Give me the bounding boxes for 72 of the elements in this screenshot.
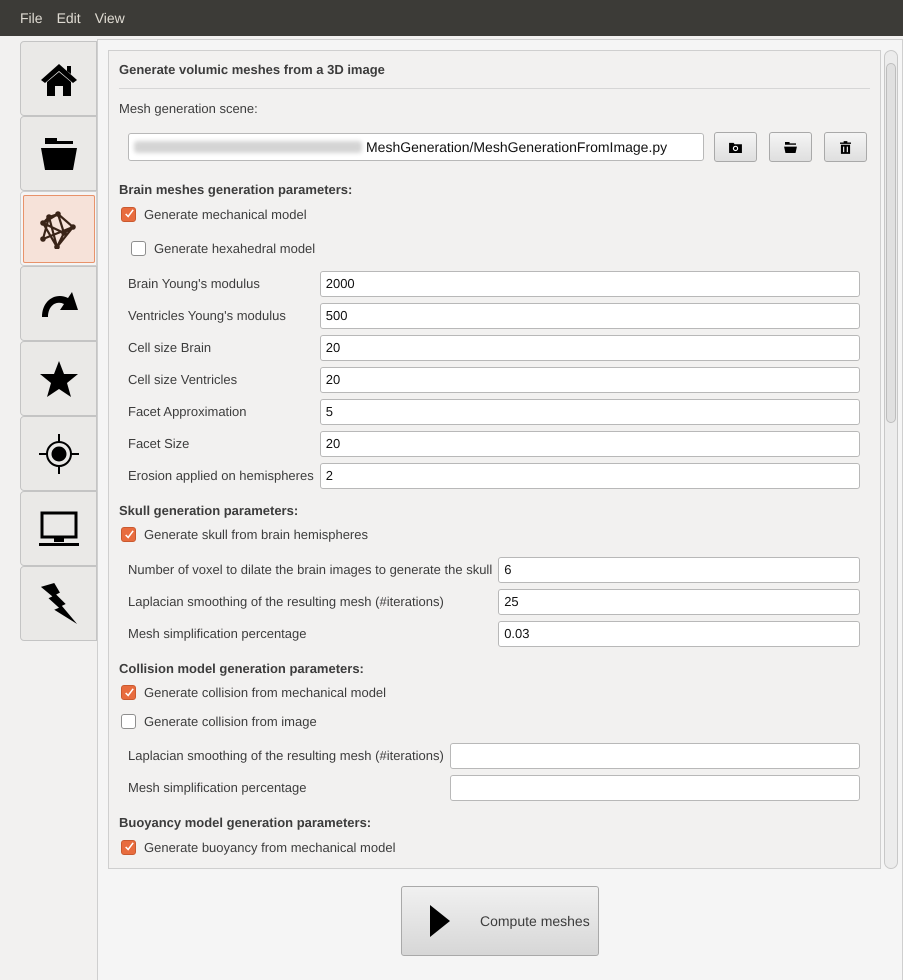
checkbox[interactable] <box>121 527 136 542</box>
folder-search-icon <box>729 142 742 152</box>
side-tab[interactable] <box>20 41 97 116</box>
field-label: Number of voxel to dilate the brain images to generate the skull <box>128 560 492 579</box>
folder-icon <box>38 136 78 172</box>
play-icon <box>430 905 450 937</box>
trash-icon <box>840 140 851 154</box>
checkbox-label[interactable]: Generate skull from brain hemispheres <box>144 525 368 544</box>
field-label: Cell size Brain <box>128 338 212 357</box>
input-field[interactable]: 500 <box>320 302 860 328</box>
side-tab[interactable] <box>20 191 97 266</box>
section-heading: Buoyancy model generation parameters: <box>119 814 372 832</box>
input-field[interactable]: 20 <box>320 334 860 360</box>
field-label: Brain Young's modulus <box>128 274 261 293</box>
monitor-icon <box>38 510 80 546</box>
menu-item[interactable]: Edit <box>56 8 81 28</box>
menu-item[interactable]: File <box>20 8 43 28</box>
home-icon <box>38 62 78 96</box>
scrollbar[interactable] <box>884 50 898 869</box>
input-field[interactable]: 20 <box>320 430 860 456</box>
checkbox[interactable] <box>131 241 146 256</box>
checkbox-label[interactable]: Generate hexahedral model <box>154 239 316 258</box>
compute-meshes-button[interactable]: Compute meshes <box>401 886 599 956</box>
checkbox-label[interactable]: Generate mechanical model <box>144 204 307 224</box>
field-label: Laplacian smoothing of the resulting mesh (#iterations) <box>128 592 445 611</box>
star-icon <box>38 360 78 398</box>
checkbox[interactable] <box>121 840 136 855</box>
menu-item[interactable]: View <box>94 8 125 28</box>
field-label: Mesh simplification percentage <box>128 624 308 643</box>
field-label: Cell size Ventricles <box>128 370 238 389</box>
field-label: Erosion applied on hemispheres <box>128 466 314 485</box>
mesh-cube-icon <box>38 208 78 248</box>
checkbox-label[interactable]: Generate collision from mechanical model <box>144 683 386 702</box>
crosshair-icon <box>38 432 80 474</box>
lightning-bolt-icon <box>38 582 78 624</box>
panel-title: Generate volumic meshes from a 3D image <box>119 56 870 88</box>
icon-button[interactable] <box>769 132 812 162</box>
section-heading: Skull generation parameters: <box>119 502 300 520</box>
side-tab[interactable] <box>20 266 97 341</box>
input-field[interactable]: 6 <box>498 556 860 582</box>
checkbox[interactable] <box>121 685 136 700</box>
icon-button[interactable] <box>824 132 867 162</box>
checkbox[interactable] <box>121 714 136 729</box>
section-heading: Collision model generation parameters: <box>119 660 365 678</box>
input-field[interactable]: 2 <box>320 462 860 488</box>
input-field[interactable] <box>450 743 860 769</box>
input-field[interactable] <box>450 775 860 801</box>
icon-button[interactable] <box>714 132 757 162</box>
input-field[interactable]: 20 <box>320 366 860 392</box>
input-field[interactable]: 25 <box>498 588 860 614</box>
field-label: Facet Approximation <box>128 402 248 421</box>
side-tab[interactable] <box>20 491 97 566</box>
field-label: Facet Size <box>128 434 190 453</box>
field-label: Ventricles Young's modulus <box>128 306 287 325</box>
section-heading: Brain meshes generation parameters: <box>119 181 354 199</box>
side-tab[interactable] <box>20 341 97 416</box>
input-field[interactable]: 0.03 <box>498 620 860 646</box>
checkbox[interactable] <box>121 206 136 222</box>
side-tab[interactable] <box>20 116 97 191</box>
checkbox-label[interactable]: Generate buoyancy from mechanical model <box>144 838 396 857</box>
field-label: Mesh simplification percentage <box>128 779 308 798</box>
input-field[interactable]: 2000 <box>320 270 860 296</box>
field-label: Laplacian smoothing of the resulting mesh (#iterations) <box>128 747 444 766</box>
scrollbar-thumb[interactable] <box>886 63 896 423</box>
side-tab[interactable] <box>20 416 97 491</box>
side-tab[interactable] <box>20 566 97 641</box>
input-field[interactable]: 5 <box>320 398 860 424</box>
checkbox-label[interactable]: Generate collision from image <box>144 712 317 731</box>
path-field[interactable]: MeshGeneration/MeshGenerationFromImage.py <box>128 133 704 161</box>
folder-icon <box>784 142 797 152</box>
path-text: MeshGeneration/MeshGenerationFromImage.py <box>366 138 668 157</box>
field-label: Mesh generation scene: <box>119 100 259 118</box>
